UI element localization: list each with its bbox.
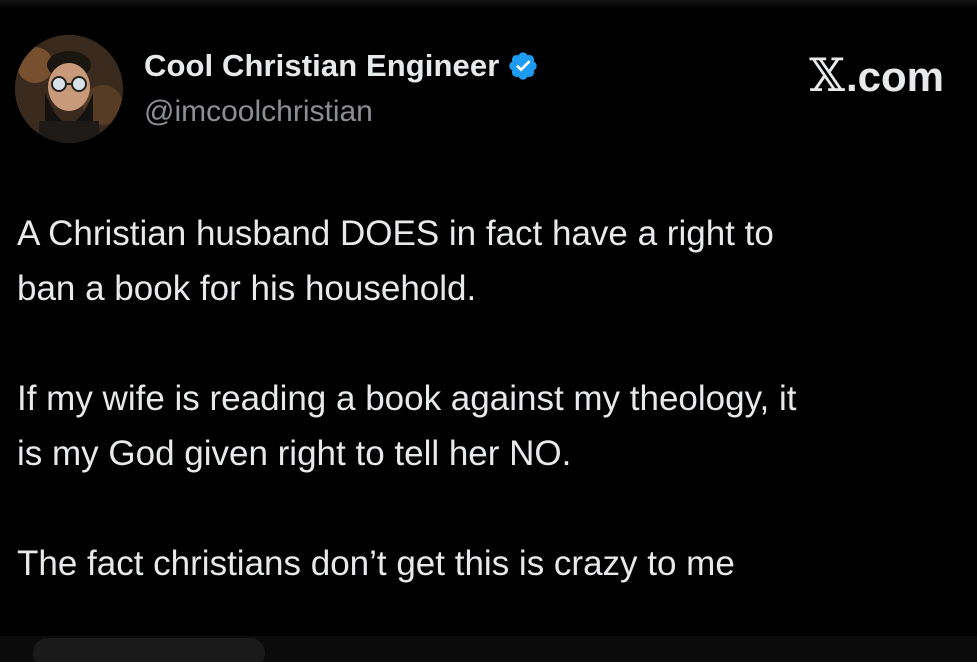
bottom-pill-button[interactable] bbox=[33, 638, 265, 662]
tweet-paragraph: A Christian husband DOES in fact have a … bbox=[17, 214, 774, 308]
avatar-image bbox=[15, 35, 123, 143]
x-com-logo: 𝕏 .com bbox=[809, 48, 944, 102]
brand-suffix: .com bbox=[845, 53, 944, 100]
tweet-header: Cool Christian Engineer @imcoolchristian… bbox=[0, 0, 977, 160]
author-display-name[interactable]: Cool Christian Engineer bbox=[144, 48, 499, 84]
tweet-paragraph: The fact christians don’t get this is cr… bbox=[17, 544, 735, 583]
author-name-row: Cool Christian Engineer bbox=[144, 48, 539, 84]
tweet-text: A Christian husband DOES in fact have a … bbox=[17, 206, 957, 646]
x-logo-icon: 𝕏 bbox=[809, 48, 845, 102]
avatar[interactable] bbox=[15, 35, 123, 143]
author-handle[interactable]: @imcoolchristian bbox=[144, 95, 373, 129]
tweet-paragraph: If my wife is reading a book against my … bbox=[17, 379, 797, 473]
verified-badge-icon bbox=[507, 50, 539, 82]
